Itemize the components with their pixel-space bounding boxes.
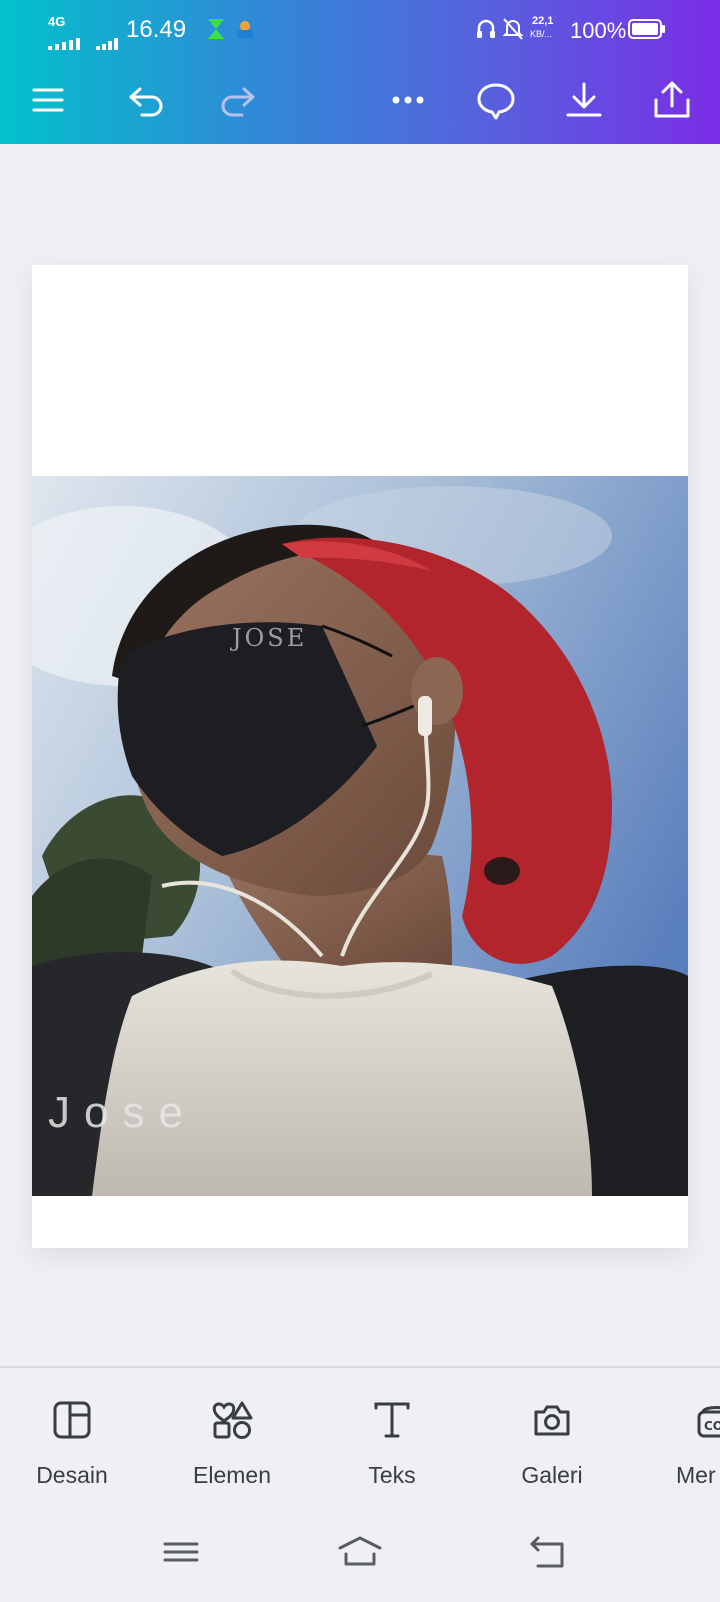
tab-galeri[interactable]: Galeri (482, 1398, 622, 1498)
signal-icon (48, 30, 82, 56)
network-type: 4G (48, 14, 66, 29)
text-icon (374, 1402, 410, 1438)
tab-teks[interactable]: Teks (322, 1398, 462, 1498)
battery-percent: 100% (570, 18, 627, 43)
tab-label: Desain (36, 1462, 108, 1488)
tab-merek[interactable]: CO Mer (660, 1398, 720, 1498)
camera-icon (534, 1405, 570, 1436)
download-icon[interactable] (556, 72, 612, 128)
design-photo[interactable]: JOSE Jose (32, 476, 688, 1196)
comment-icon[interactable] (468, 72, 524, 128)
redo-icon[interactable] (210, 72, 266, 128)
tab-elemen[interactable]: Elemen (162, 1398, 302, 1498)
mute-bell-icon (502, 17, 524, 47)
tab-label: Mer (676, 1462, 716, 1488)
net-speed: 22,1 (532, 15, 554, 27)
shapes-icon (212, 1401, 253, 1439)
tab-desain[interactable]: Desain (2, 1398, 142, 1498)
photo-overlay-text-small[interactable]: JOSE (232, 624, 307, 652)
editor-toolbar (0, 58, 720, 144)
recent-apps-icon[interactable] (157, 1532, 205, 1572)
home-icon[interactable] (336, 1532, 384, 1572)
battery-icon (628, 19, 666, 45)
svg-text:CO: CO (704, 1419, 720, 1433)
layout-icon (53, 1401, 91, 1439)
status-bar: 4G 16.49 22,1 KB/... 100% (0, 0, 720, 58)
undo-icon[interactable] (118, 72, 174, 128)
tab-label: Elemen (193, 1462, 271, 1488)
net-speed-unit: KB/... (530, 29, 553, 39)
photo-overlay-text-large[interactable]: Jose (48, 1088, 197, 1138)
menu-icon[interactable] (20, 72, 76, 128)
signal-icon-2 (96, 30, 120, 56)
share-icon[interactable] (644, 72, 700, 128)
clock: 16.49 (126, 16, 187, 43)
system-nav-bar (0, 1510, 720, 1600)
tab-label: Galeri (521, 1462, 583, 1488)
back-icon[interactable] (526, 1532, 574, 1572)
brand-icon: CO (697, 1406, 720, 1438)
more-icon[interactable] (380, 72, 436, 128)
hourglass-icon (206, 18, 226, 46)
headphones-icon (476, 18, 496, 46)
tab-label: Teks (368, 1462, 416, 1488)
top-app-bar: 4G 16.49 22,1 KB/... 100% (0, 0, 720, 144)
notification-app-icon (234, 18, 256, 46)
